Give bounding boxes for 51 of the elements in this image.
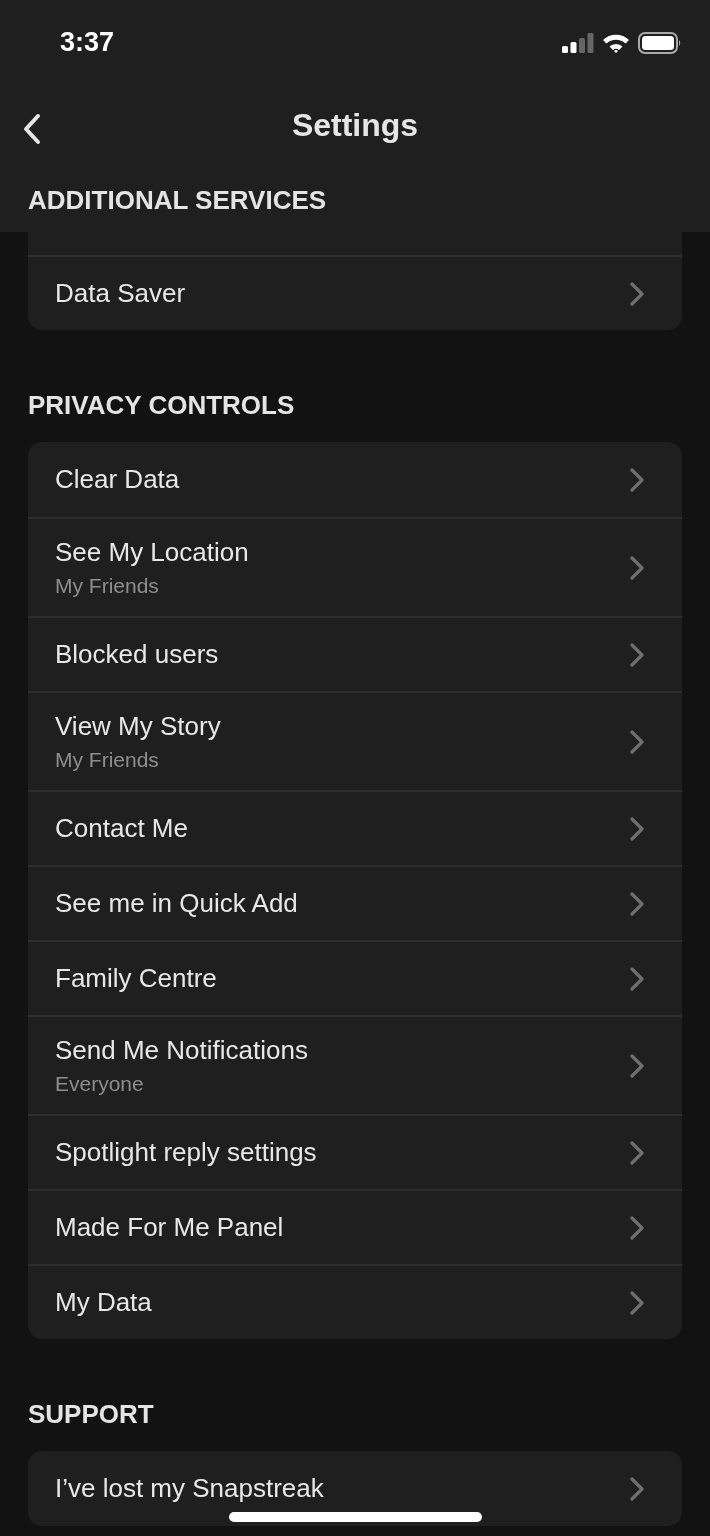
chevron-icon [630,816,644,841]
settings-row[interactable]: Family Centre [28,940,682,1015]
chevron-icon [630,1215,644,1240]
chevron-icon [630,729,644,754]
chevron-icon [630,1476,644,1501]
section-heading: PRIVACY CONTROLS [28,388,296,422]
row-label: Contact Me [55,813,188,844]
chevron-icon [630,281,644,306]
settings-row[interactable]: I’ve lost my Snapstreak [28,1451,682,1526]
chevron-icon [630,1140,644,1165]
settings-row[interactable]: See My Location My Friends [28,517,682,616]
row-label: See me in Quick Add [55,888,298,919]
row-label: I’ve lost my Snapstreak [55,1473,324,1504]
chevron-icon [630,642,644,667]
settings-row[interactable]: Contact Me [28,790,682,865]
chevron-icon [630,966,644,991]
chevron-icon [630,1053,644,1078]
settings-row[interactable]: Blocked users [28,616,682,691]
chevron-icon [630,891,644,916]
settings-row[interactable]: Data Saver [28,255,682,330]
row-label: Family Centre [55,963,217,994]
row-value: Everyone [55,1072,145,1096]
signal-icon [562,32,594,53]
back-icon [22,113,42,145]
row-label: View My Story [55,711,221,742]
row-value: My Friends [55,574,160,598]
screen-title: Settings [291,106,419,144]
row-label: Clear Data [55,464,180,495]
battery-icon [638,31,682,54]
row-label: Blocked users [55,639,219,670]
row-label: Spotlight reply settings [55,1137,317,1168]
row-label: Send Me Notifications [55,1035,308,1066]
settings-row[interactable]: Spotlight reply settings [28,1114,682,1189]
status-time: 3:37 [60,27,115,58]
settings-row[interactable]: View My Story My Friends [28,691,682,790]
settings-row[interactable]: See me in Quick Add [28,865,682,940]
section-heading: SUPPORT [28,1397,155,1431]
settings-row[interactable]: My Data [28,1264,682,1339]
wifi-icon [602,32,630,53]
section-heading: ADDITIONAL SERVICES [27,184,328,217]
chevron-icon [630,1290,644,1315]
settings-row[interactable]: Clear Data [28,442,682,517]
row-label: Data Saver [55,278,186,309]
row-label: Made For Me Panel [55,1212,284,1243]
row-label: My Data [55,1287,152,1318]
row-label: See My Location [55,537,249,568]
chevron-icon [630,555,644,580]
settings-row[interactable]: Made For Me Panel [28,1189,682,1264]
row-value: My Friends [55,748,160,772]
settings-row[interactable]: Send Me Notifications Everyone [28,1015,682,1114]
chevron-icon [630,467,644,492]
